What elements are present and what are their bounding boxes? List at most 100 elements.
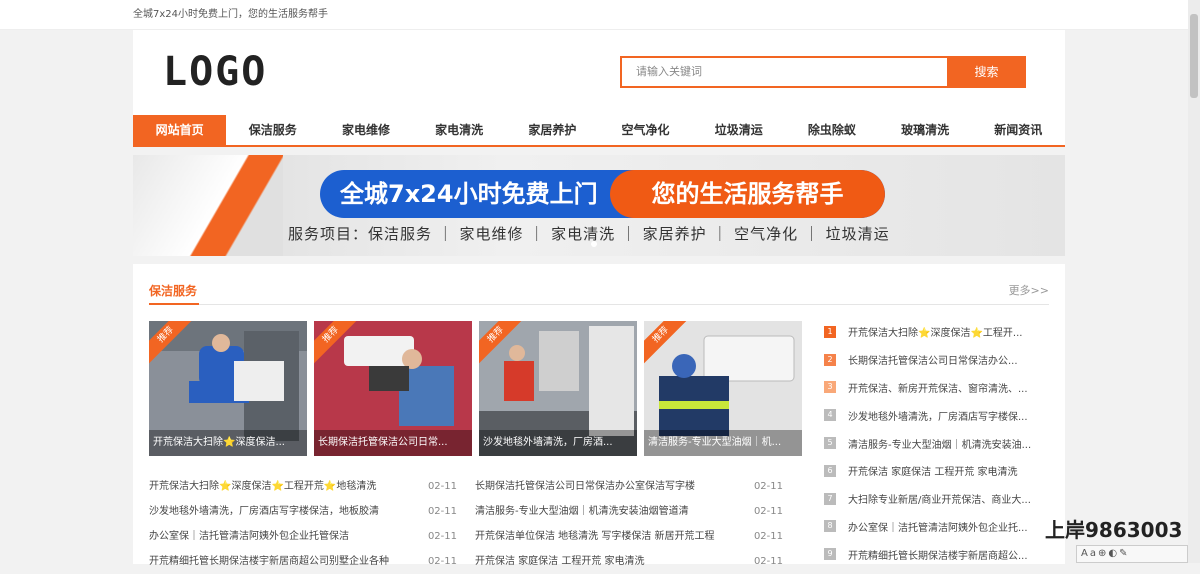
news-date: 02-11	[427, 556, 457, 567]
news-title[interactable]: 开荒精细托管长期保洁楼宇新居商超公司别墅企业各种	[149, 549, 417, 574]
list-item[interactable]: 开荒保洁大扫除⭐深度保洁⭐工程开荒⭐地毯清洗 02-11	[149, 474, 475, 499]
section-title-underline	[149, 303, 199, 305]
list-item[interactable]: 开荒保洁单位保洁 地毯清洗 写字楼保洁 新居开荒工程 02-11	[475, 524, 801, 549]
banner-services: 服务项目：保洁服务 ｜ 家电维修 ｜ 家电清洗 ｜ 家居养护 ｜ 空气净化 ｜ …	[288, 225, 890, 243]
search-box: 请输入关键词 搜索	[620, 56, 1026, 88]
news-row: 开荒保洁大扫除⭐深度保洁⭐工程开荒⭐地毯清洗 02-11 长期保洁托管保洁公司日常…	[149, 474, 801, 499]
news-date: 02-11	[753, 481, 783, 492]
search-input[interactable]: 请输入关键词	[620, 56, 947, 88]
top-bar-slogan: 全城7x24小时免费上门，您的生活服务帮手	[133, 9, 329, 20]
news-row: 办公室保｜洁托管清洁阿姨外包企业托管保洁 02-11 开荒保洁单位保洁 地毯清洗 …	[149, 524, 801, 549]
featured-card[interactable]: 推荐 开荒保洁大扫除⭐深度保洁...	[149, 321, 307, 456]
rank-item[interactable]: 7 大扫除专业新居/商业开荒保洁、商业大...	[824, 485, 1049, 513]
news-title[interactable]: 开荒保洁 家庭保洁 工程开荒 家电清洗	[475, 549, 743, 574]
rank-number: 5	[824, 437, 836, 450]
rank-title[interactable]: 开荒保洁大扫除⭐深度保洁⭐工程开...	[848, 324, 1022, 339]
banner-headline-left: 全城7x24小时免费上门	[340, 180, 598, 208]
banner-worker-image	[133, 155, 283, 256]
rank-number: 9	[824, 548, 836, 561]
list-item[interactable]: 开荒精细托管长期保洁楼宇新居商超公司别墅企业各种 02-11	[149, 549, 475, 574]
news-title[interactable]: 长期保洁托管保洁公司日常保洁办公室保洁写字楼	[475, 474, 743, 499]
banner-headline: 全城7x24小时免费上门 您的生活服务帮手	[320, 170, 885, 218]
featured-card[interactable]: 推荐 清洁服务-专业大型油烟｜机...	[644, 321, 802, 456]
rank-item[interactable]: 9 开荒精细托管长期保洁楼宇新居商超公...	[824, 540, 1049, 568]
vertical-scrollbar[interactable]	[1188, 0, 1200, 563]
news-date: 02-11	[427, 506, 457, 517]
nav-item-glass-cleaning[interactable]: 玻璃清洗	[879, 115, 972, 145]
nav-item-news[interactable]: 新闻资讯	[972, 115, 1065, 145]
news-date: 02-11	[753, 556, 783, 567]
rank-number: 1	[824, 325, 836, 338]
card-caption: 长期保洁托管保洁公司日常...	[314, 430, 472, 456]
nav-item-home-care[interactable]: 家居养护	[506, 115, 599, 145]
rank-title[interactable]: 沙发地毯外墙清洗，厂房酒店写字楼保...	[848, 408, 1028, 423]
ime-toolbar[interactable]: Aa⊕◐✎	[1076, 545, 1188, 563]
rank-number: 2	[824, 353, 836, 366]
rank-number: 7	[824, 492, 836, 505]
nav-item-air-purification[interactable]: 空气净化	[599, 115, 692, 145]
list-item[interactable]: 长期保洁托管保洁公司日常保洁办公室保洁写字楼 02-11	[475, 474, 801, 499]
nav-item-home[interactable]: 网站首页	[133, 115, 227, 145]
rank-item[interactable]: 1 开荒保洁大扫除⭐深度保洁⭐工程开...	[824, 318, 1049, 346]
more-link[interactable]: 更多>>	[1009, 282, 1049, 298]
rank-title[interactable]: 开荒精细托管长期保洁楼宇新居商超公...	[848, 547, 1028, 562]
rank-number: 8	[824, 520, 836, 533]
rank-title[interactable]: 开荒保洁 家庭保洁 工程开荒 家电清洗	[848, 463, 1018, 478]
news-title[interactable]: 清洁服务-专业大型油烟｜机清洗安装油烟管道清	[475, 499, 743, 524]
card-caption: 沙发地毯外墙清洗，厂房酒...	[479, 430, 637, 456]
ranking-list: 1 开荒保洁大扫除⭐深度保洁⭐工程开... 2 长期保洁托管保洁公司日常保洁办公..…	[824, 318, 1049, 568]
news-title[interactable]: 沙发地毯外墙清洗，厂房酒店写字楼保洁，地板胶清	[149, 499, 417, 524]
list-item[interactable]: 开荒保洁 家庭保洁 工程开荒 家电清洗 02-11	[475, 549, 801, 574]
rank-item[interactable]: 6 开荒保洁 家庭保洁 工程开荒 家电清洗	[824, 457, 1049, 485]
news-row: 沙发地毯外墙清洗，厂房酒店写字楼保洁，地板胶清 02-11 清洁服务-专业大型油烟…	[149, 499, 801, 524]
rank-number: 4	[824, 409, 836, 422]
news-title[interactable]: 开荒保洁单位保洁 地毯清洗 写字楼保洁 新居开荒工程	[475, 524, 743, 549]
cleaning-section: 保洁服务 更多>> 推荐 开荒保洁大扫除⭐深度保洁... 推荐 长期保洁托管保洁…	[133, 264, 1065, 567]
section-title[interactable]: 保洁服务	[149, 282, 197, 299]
rank-item[interactable]: 4 沙发地毯外墙清洗，厂房酒店写字楼保...	[824, 401, 1049, 429]
header: LOGO 请输入关键词 搜索	[133, 30, 1065, 115]
page-container: LOGO 请输入关键词 搜索 网站首页 保洁服务 家电维修 家电清洗 家居养护 …	[133, 30, 1065, 567]
nav-item-garbage-removal[interactable]: 垃圾清运	[692, 115, 785, 145]
nav-item-cleaning[interactable]: 保洁服务	[226, 115, 319, 145]
rank-item[interactable]: 8 办公室保｜洁托管清洁阿姨外包企业托...	[824, 513, 1049, 541]
rank-title[interactable]: 清洁服务-专业大型油烟｜机清洗安装油...	[848, 436, 1031, 451]
featured-cards: 推荐 开荒保洁大扫除⭐深度保洁... 推荐 长期保洁托管保洁公司日常... 推荐…	[149, 321, 802, 456]
news-title[interactable]: 开荒保洁大扫除⭐深度保洁⭐工程开荒⭐地毯清洗	[149, 474, 417, 499]
section-divider	[149, 304, 1049, 305]
search-button[interactable]: 搜索	[947, 56, 1026, 88]
hero-banner[interactable]: 全城7x24小时免费上门 您的生活服务帮手 服务项目：保洁服务 ｜ 家电维修 ｜…	[133, 155, 1065, 256]
site-logo[interactable]: LOGO	[163, 50, 267, 94]
rank-item[interactable]: 5 清洁服务-专业大型油烟｜机清洗安装油...	[824, 429, 1049, 457]
news-title[interactable]: 办公室保｜洁托管清洁阿姨外包企业托管保洁	[149, 524, 417, 549]
rank-title[interactable]: 长期保洁托管保洁公司日常保洁办公...	[848, 352, 1018, 367]
list-item[interactable]: 办公室保｜洁托管清洁阿姨外包企业托管保洁 02-11	[149, 524, 475, 549]
nav-item-pest-control[interactable]: 除虫除蚁	[785, 115, 878, 145]
top-bar: 全城7x24小时免费上门，您的生活服务帮手	[0, 0, 1200, 30]
rank-item[interactable]: 2 长期保洁托管保洁公司日常保洁办公...	[824, 346, 1049, 374]
news-date: 02-11	[753, 506, 783, 517]
nav-item-appliance-cleaning[interactable]: 家电清洗	[413, 115, 506, 145]
rank-title[interactable]: 办公室保｜洁托管清洁阿姨外包企业托...	[848, 519, 1028, 534]
news-date: 02-11	[753, 531, 783, 542]
rank-title[interactable]: 大扫除专业新居/商业开荒保洁、商业大...	[848, 491, 1031, 506]
main-nav: 网站首页 保洁服务 家电维修 家电清洗 家居养护 空气净化 垃圾清运 除虫除蚁 …	[133, 115, 1065, 147]
card-caption: 开荒保洁大扫除⭐深度保洁...	[149, 430, 307, 456]
rank-item[interactable]: 3 开荒保洁、新房开荒保洁、窗帘清洗、...	[824, 374, 1049, 402]
rank-title[interactable]: 开荒保洁、新房开荒保洁、窗帘清洗、...	[848, 380, 1028, 395]
watermark-text: 上岸9863003	[1045, 518, 1183, 542]
news-row: 开荒精细托管长期保洁楼宇新居商超公司别墅企业各种 02-11 开荒保洁 家庭保洁 …	[149, 549, 801, 574]
banner-slide-dot[interactable]	[591, 241, 597, 247]
news-date: 02-11	[427, 481, 457, 492]
scrollbar-thumb[interactable]	[1190, 14, 1198, 98]
list-item[interactable]: 沙发地毯外墙清洗，厂房酒店写字楼保洁，地板胶清 02-11	[149, 499, 475, 524]
nav-item-appliance-repair[interactable]: 家电维修	[319, 115, 412, 145]
featured-card[interactable]: 推荐 长期保洁托管保洁公司日常...	[314, 321, 472, 456]
banner-headline-right: 您的生活服务帮手	[610, 170, 885, 218]
news-date: 02-11	[427, 531, 457, 542]
news-list: 开荒保洁大扫除⭐深度保洁⭐工程开荒⭐地毯清洗 02-11 长期保洁托管保洁公司日常…	[149, 474, 801, 574]
card-caption: 清洁服务-专业大型油烟｜机...	[644, 430, 802, 456]
featured-card[interactable]: 推荐 沙发地毯外墙清洗，厂房酒...	[479, 321, 637, 456]
rank-number: 6	[824, 464, 836, 477]
list-item[interactable]: 清洁服务-专业大型油烟｜机清洗安装油烟管道清 02-11	[475, 499, 801, 524]
